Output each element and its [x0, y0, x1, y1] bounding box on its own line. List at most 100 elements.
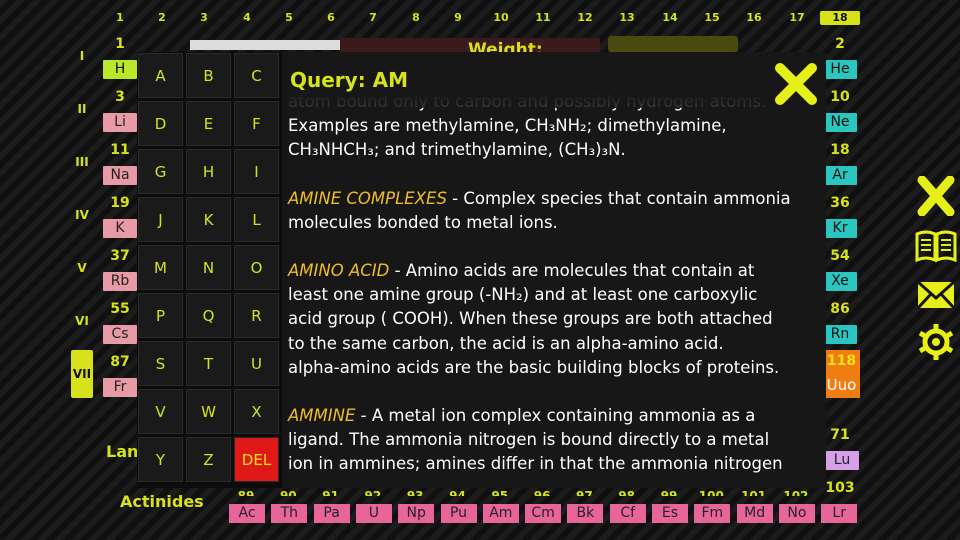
key-q[interactable]: Q [186, 293, 231, 338]
element-rb[interactable]: Rb [103, 272, 137, 291]
key-s[interactable]: S [138, 341, 183, 386]
lanthanides-label[interactable]: Lan [106, 442, 138, 461]
element-rn[interactable]: Rn [823, 325, 857, 344]
element-bk[interactable]: Bk [567, 504, 604, 523]
group-16[interactable]: 16 [739, 11, 769, 24]
key-g[interactable]: G [138, 149, 183, 194]
key-b[interactable]: B [186, 53, 231, 98]
mail-button[interactable] [914, 274, 958, 314]
period-7-selected[interactable]: VII [71, 350, 93, 398]
key-e[interactable]: E [186, 101, 231, 146]
key-r[interactable]: R [234, 293, 279, 338]
settings-button[interactable] [914, 322, 958, 362]
element-no[interactable]: No [778, 504, 815, 523]
element-u[interactable]: U [355, 504, 392, 523]
group-10[interactable]: 10 [486, 11, 516, 24]
element-es[interactable]: Es [652, 504, 688, 523]
element-ne[interactable]: Ne [823, 113, 857, 132]
element-cs[interactable]: Cs [103, 325, 137, 344]
group-4[interactable]: 4 [232, 11, 262, 24]
element-lu[interactable]: Lu [825, 451, 859, 470]
element-pu[interactable]: Pu [440, 504, 477, 523]
element-number: 71 [830, 427, 850, 443]
element-kr[interactable]: Kr [823, 219, 857, 238]
key-m[interactable]: M [138, 245, 183, 290]
period-4[interactable]: IV [74, 208, 90, 222]
period-3[interactable]: III [74, 155, 90, 169]
group-14[interactable]: 14 [655, 11, 685, 24]
key-z[interactable]: Z [186, 437, 231, 482]
glossary-book-button[interactable] [914, 226, 958, 266]
element-li[interactable]: Li [103, 113, 137, 132]
close-panel-button[interactable] [774, 62, 818, 106]
key-d[interactable]: D [138, 101, 183, 146]
weight-display: Weight: 294.00 [340, 38, 600, 52]
element-fr[interactable]: Fr [103, 378, 137, 397]
key-c[interactable]: C [234, 53, 279, 98]
element-na[interactable]: Na [103, 166, 137, 185]
group-17[interactable]: 17 [782, 11, 812, 24]
key-l[interactable]: L [234, 197, 279, 242]
key-f[interactable]: F [234, 101, 279, 146]
key-v[interactable]: V [138, 389, 183, 434]
group-1[interactable]: 1 [105, 11, 135, 24]
key-o[interactable]: O [234, 245, 279, 290]
element-md[interactable]: Md [736, 504, 773, 523]
delete-key[interactable]: DEL [234, 437, 279, 482]
key-x[interactable]: X [234, 389, 279, 434]
element-k[interactable]: K [103, 219, 137, 238]
actinides-label[interactable]: Actinides [120, 492, 204, 511]
element-number: 2 [835, 36, 845, 52]
group-9[interactable]: 9 [443, 11, 473, 24]
element-fm[interactable]: Fm [694, 504, 731, 523]
key-w[interactable]: W [186, 389, 231, 434]
key-i[interactable]: I [234, 149, 279, 194]
group-2[interactable]: 2 [147, 11, 177, 24]
element-xe[interactable]: Xe [823, 272, 857, 291]
element-ar[interactable]: Ar [823, 166, 857, 185]
term-amino-acid: AMINO ACID [288, 261, 390, 281]
element-pa[interactable]: Pa [313, 504, 350, 523]
gear-icon [918, 324, 954, 360]
key-t[interactable]: T [186, 341, 231, 386]
group-5[interactable]: 5 [274, 11, 304, 24]
period-2[interactable]: II [74, 102, 90, 116]
element-h[interactable]: H [103, 60, 137, 79]
period-6[interactable]: VI [74, 314, 90, 328]
group-8[interactable]: 8 [401, 11, 431, 24]
group-7[interactable]: 7 [358, 11, 388, 24]
key-u[interactable]: U [234, 341, 279, 386]
element-uuo-cell[interactable]: 118 Uuo [823, 350, 860, 398]
group-12[interactable]: 12 [570, 11, 600, 24]
element-uuo: Uuo [826, 376, 857, 394]
close-app-button[interactable] [914, 175, 958, 217]
key-p[interactable]: P [138, 293, 183, 338]
key-a[interactable]: A [138, 53, 183, 98]
element-number: 3 [115, 89, 125, 105]
key-j[interactable]: J [138, 197, 183, 242]
text-line: - A metal ion complex containing ammonia… [355, 406, 756, 426]
element-th[interactable]: Th [271, 504, 308, 523]
element-np[interactable]: Np [398, 504, 435, 523]
glossary-content[interactable]: atom bound only to carbon and possibly h… [288, 90, 808, 477]
key-n[interactable]: N [186, 245, 231, 290]
group-13[interactable]: 13 [612, 11, 642, 24]
term-ammine: AMMINE [288, 406, 356, 426]
element-lr[interactable]: Lr [821, 504, 858, 523]
element-am[interactable]: Am [482, 504, 519, 523]
group-6[interactable]: 6 [316, 11, 346, 24]
group-15[interactable]: 15 [697, 11, 727, 24]
key-y[interactable]: Y [138, 437, 183, 482]
group-3[interactable]: 3 [189, 11, 219, 24]
search-bar-background [190, 40, 340, 50]
key-k[interactable]: K [186, 197, 231, 242]
group-11[interactable]: 11 [528, 11, 558, 24]
period-1[interactable]: I [74, 49, 90, 63]
key-h[interactable]: H [186, 149, 231, 194]
element-cm[interactable]: Cm [525, 504, 562, 523]
group-18-selected[interactable]: 18 [820, 11, 860, 25]
element-cf[interactable]: Cf [609, 504, 646, 523]
element-he[interactable]: He [823, 60, 857, 79]
element-ac[interactable]: Ac [229, 504, 265, 523]
period-5[interactable]: V [74, 261, 90, 275]
